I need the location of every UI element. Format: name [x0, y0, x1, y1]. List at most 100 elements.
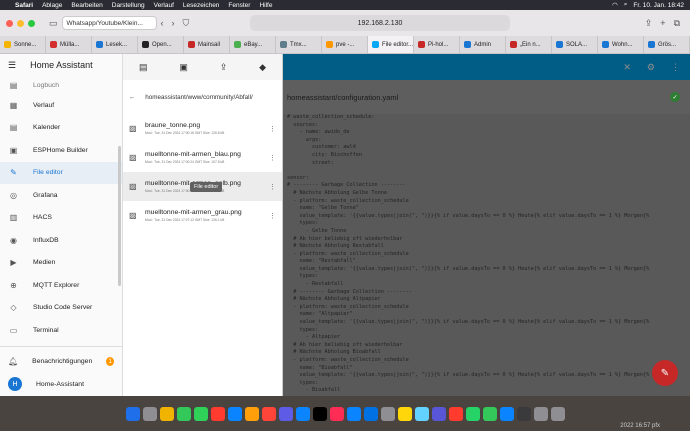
sidebar-item-file-editor[interactable]: ✎ File editor [0, 161, 122, 184]
file-list-item[interactable]: ▨ muelltonne-mit-armen_blau.png Mod.: Tue,… [123, 143, 282, 172]
sidebar-item-logbuch[interactable]: ▤ Logbuch [0, 76, 122, 94]
browser-tab[interactable]: pve -... [322, 36, 368, 53]
menu-bearbeiten[interactable]: Bearbeiten [71, 2, 102, 9]
menu-lesezeichen[interactable]: Lesezeichen [183, 2, 220, 9]
dock-app-icon[interactable] [142, 406, 157, 421]
shield-icon[interactable]: ⛉ [183, 18, 190, 29]
sidebar-item-influxdb[interactable]: ◉ InfluxDB [0, 229, 122, 252]
address-bar[interactable]: 192.168.2.130 [250, 15, 510, 31]
browser-tab[interactable]: Lesek... [92, 36, 138, 53]
dock-app-icon[interactable] [482, 406, 497, 421]
back-icon[interactable]: ‹ [161, 18, 164, 28]
file-menu-icon[interactable]: ⋮ [269, 183, 276, 191]
menu-ablage[interactable]: Ablage [42, 2, 62, 9]
file-menu-icon[interactable]: ⋮ [269, 212, 276, 220]
forward-icon[interactable]: › [172, 18, 175, 28]
git-icon[interactable]: ◆ [259, 62, 266, 73]
new-tab-icon[interactable]: + [660, 18, 665, 28]
dock-app-icon[interactable] [363, 406, 378, 421]
browser-tab[interactable]: SOLA... [552, 36, 598, 53]
back-arrow-icon[interactable]: ← [129, 94, 135, 101]
menu-fenster[interactable]: Fenster [228, 2, 250, 9]
dock-app-icon[interactable] [210, 406, 225, 421]
file-list-item[interactable]: ▨ braune_tonne.png Mod.: Tue, 31 Dec 2024 … [123, 114, 282, 143]
file-menu-icon[interactable]: ⋮ [269, 154, 276, 162]
browser-tab[interactable]: Müllа... [46, 36, 92, 53]
upload-icon[interactable]: ⇪ [220, 62, 228, 73]
browser-tab[interactable]: Sonne... [0, 36, 46, 53]
logbook-icon: ▤ [9, 80, 18, 90]
dock-app-icon[interactable] [346, 406, 361, 421]
dock-app-icon[interactable] [380, 406, 395, 421]
menu-darstellung[interactable]: Darstellung [112, 2, 145, 9]
browser-tab[interactable]: Grös... [644, 36, 690, 53]
browser-tab[interactable]: Wohn... [598, 36, 644, 53]
sidebar-item-verlauf[interactable]: ▦ Verlauf [0, 94, 122, 117]
new-file-icon[interactable]: ▤ [139, 62, 148, 73]
menubar-clock[interactable]: Fr. 10. Jan. 18:42 [633, 2, 684, 9]
dock-app-icon[interactable] [533, 406, 548, 421]
dock-app-icon[interactable] [550, 406, 565, 421]
close-icon[interactable]: ✕ [623, 62, 631, 73]
dock-app-icon[interactable] [448, 406, 463, 421]
app-menu[interactable]: Safari [15, 2, 33, 9]
dock-app-icon[interactable] [278, 406, 293, 421]
dock-app-icon[interactable] [312, 406, 327, 421]
dock-app-icon[interactable] [499, 406, 514, 421]
dock-app-icon[interactable] [244, 406, 259, 421]
menu-hilfe[interactable]: Hilfe [259, 2, 272, 9]
browser-tab[interactable]: Admin [460, 36, 506, 53]
close-window-button[interactable] [6, 19, 13, 27]
sidebar-item-mqtt-explorer[interactable]: ⊕ MQTT Explorer [0, 274, 122, 297]
sidebar-item-grafana[interactable]: ◎ Grafana [0, 184, 122, 207]
dock-app-icon[interactable] [414, 406, 429, 421]
code-editor[interactable]: # waste_collection_schedule: sources: - … [283, 114, 690, 395]
settings-icon[interactable]: ⚙ [647, 62, 655, 73]
dock-app-icon[interactable] [329, 406, 344, 421]
dock-app-icon[interactable] [465, 406, 480, 421]
more-icon[interactable]: ⋮ [671, 62, 680, 73]
sidebar-item-medien[interactable]: ▶ Medien [0, 252, 122, 275]
sidebar-scrollbar[interactable] [118, 146, 121, 286]
wifi-icon[interactable]: ◠ [612, 1, 618, 9]
sidebar-item-notifications[interactable]: 🔔︎ Benachrichtigungen 1 [0, 351, 122, 374]
file-menu-icon[interactable]: ⋮ [269, 125, 276, 133]
menu-icon[interactable]: ☰ [8, 60, 16, 71]
dock-app-icon[interactable] [125, 406, 140, 421]
dock-app-icon[interactable] [261, 406, 276, 421]
editor-pane: ✕ ⚙ ⋮ homeassistant/configuration.yaml ✓… [283, 54, 690, 396]
dock-app-icon[interactable] [193, 406, 208, 421]
dock-app-icon[interactable] [295, 406, 310, 421]
dock-app-icon[interactable] [431, 406, 446, 421]
sidebar-item-esphome-builder[interactable]: ▣ ESPHome Builder [0, 139, 122, 162]
minimize-window-button[interactable] [17, 19, 24, 27]
dock-app-icon[interactable] [159, 406, 174, 421]
tab-group-selector[interactable]: Whatsapp/Youtube/Klein... [61, 16, 157, 30]
sidebar-item-hacs[interactable]: ▥ HACS [0, 207, 122, 230]
dock-app-icon[interactable] [227, 406, 242, 421]
sidebar-item-terminal[interactable]: ▭ Terminal [0, 319, 122, 342]
sidebar-toggle-icon[interactable]: ▭ [49, 18, 58, 29]
share-icon[interactable]: ⇪ [645, 18, 653, 29]
file-list-item[interactable]: ▨ muelltonne-mit-armen_grau.png Mod.: Tue,… [123, 201, 282, 230]
browser-tab[interactable]: eBay... [230, 36, 276, 53]
search-icon[interactable]: ⌕ [624, 1, 628, 9]
browser-tab[interactable]: File editor... [368, 36, 414, 53]
new-folder-icon[interactable]: ▣ [179, 62, 188, 73]
file-path-input[interactable]: homeassistant/configuration.yaml [287, 93, 398, 102]
dock-app-icon[interactable] [516, 406, 531, 421]
sidebar-item-studio-code-server[interactable]: ◇ Studio Code Server [0, 297, 122, 320]
browser-tab[interactable]: Open... [138, 36, 184, 53]
sidebar-item-profile[interactable]: H Home-Assistant [0, 373, 122, 396]
sidebar-item-kalender[interactable]: ▤ Kalender [0, 117, 122, 140]
dock-app-icon[interactable] [397, 406, 412, 421]
browser-tab[interactable]: Tmx... [276, 36, 322, 53]
browser-tab[interactable]: „Ein n... [506, 36, 552, 53]
browser-tab[interactable]: Mainsail [184, 36, 230, 53]
browser-tab[interactable]: Pi-hol... [414, 36, 460, 53]
dock-app-icon[interactable] [176, 406, 191, 421]
tab-overview-icon[interactable]: ⧉ [674, 18, 680, 29]
edit-fab-button[interactable]: ✎ [652, 360, 678, 386]
menu-verlauf[interactable]: Verlauf [154, 2, 174, 9]
zoom-window-button[interactable] [28, 19, 35, 27]
